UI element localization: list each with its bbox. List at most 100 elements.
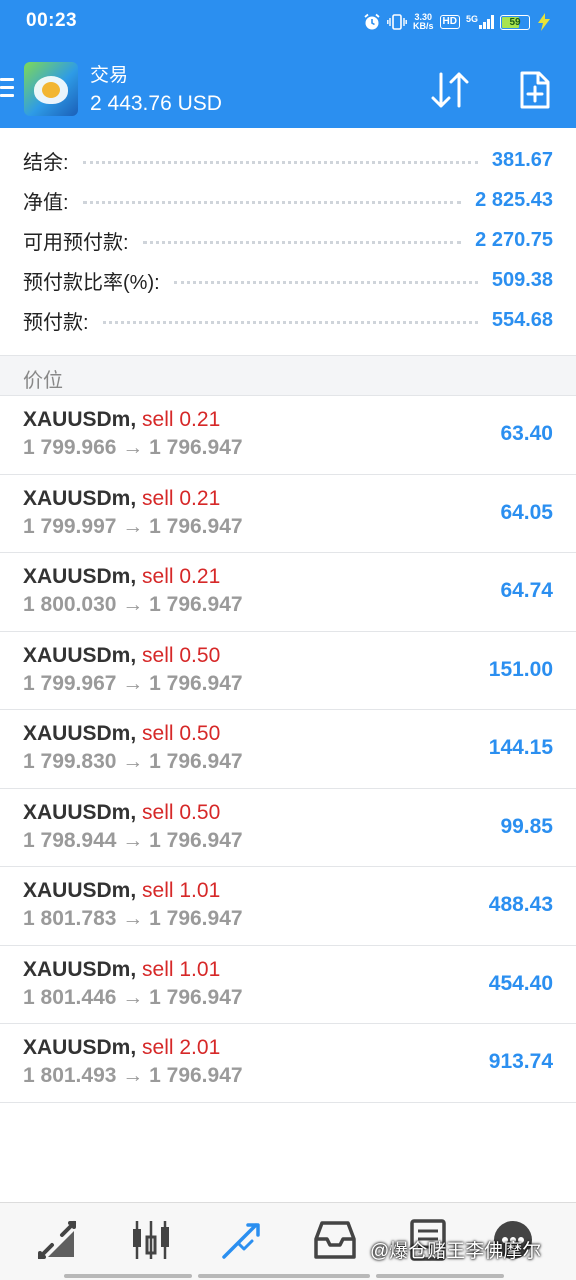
position-profit: 488.43: [488, 893, 553, 916]
summary-row-free-margin: 可用预付款: 2 270.75: [0, 220, 576, 260]
position-symbol: XAUUSDm,: [23, 486, 137, 510]
summary-row-margin-level: 预付款比率(%): 509.38: [0, 260, 576, 300]
arrow-icon: →: [122, 671, 144, 695]
charging-icon: [538, 13, 550, 31]
trade-icon: [222, 1223, 260, 1259]
section-header: 价位: [0, 355, 576, 396]
position-side: sell 1.01: [142, 957, 221, 981]
section-title: 价位: [23, 370, 63, 392]
position-side: sell 0.50: [142, 643, 221, 667]
summary-value: 2 825.43: [475, 188, 553, 211]
position-symbol: XAUUSDm,: [23, 722, 137, 745]
watermark: @爆仓赌王李佛摩尔: [370, 1241, 542, 1262]
arrow-icon: →: [122, 985, 144, 1009]
status-icons: 3.30 KB/s HD 5G 59: [363, 10, 552, 34]
position-symbol: XAUUSDm,: [23, 957, 137, 981]
arrow-icon: →: [122, 514, 144, 538]
current-price: 1 796.947: [149, 828, 243, 852]
position-symbol: XAUUSDm,: [23, 643, 137, 667]
app-bar: 交易 2 443.76 USD: [0, 44, 576, 128]
menu-icon[interactable]: [0, 78, 14, 97]
position-profit: 454.40: [488, 971, 553, 995]
current-price: 1 796.947: [149, 985, 243, 1009]
position-row[interactable]: XAUUSDm, sell 0.50 1 798.944 → 1 796.947…: [0, 789, 576, 867]
position-side: sell 0.50: [142, 800, 221, 824]
gesture-bar: [64, 1274, 504, 1278]
cell-signal: 5G: [466, 15, 494, 29]
position-row[interactable]: XAUUSDm, sell 0.50 1 799.967 → 1 796.947…: [0, 632, 576, 710]
nav-chart[interactable]: [128, 1217, 178, 1267]
position-row[interactable]: XAUUSDm, sell 0.21 1 800.030 → 1 796.947…: [0, 553, 576, 632]
dotted-leader: [102, 320, 478, 324]
summary-label: 可用预付款:: [23, 231, 129, 254]
nav-quotes[interactable]: [34, 1217, 84, 1267]
position-profit: 64.05: [500, 500, 553, 524]
position-row[interactable]: XAUUSDm, sell 1.01 1 801.446 → 1 796.947…: [0, 946, 576, 1024]
new-order-icon: [520, 71, 550, 109]
current-price: 1 796.947: [149, 436, 243, 459]
open-price: 1 799.967: [23, 671, 117, 695]
status-bar: 00:23 3.30 KB/s HD 5G 59: [0, 0, 576, 44]
open-price: 1 799.966: [23, 436, 117, 459]
position-profit: 151.00: [488, 657, 553, 681]
battery-icon: 59: [500, 14, 530, 30]
summary-label: 预付款:: [23, 311, 89, 334]
arrow-icon: →: [122, 1064, 144, 1087]
summary-value: 381.67: [491, 148, 553, 171]
app-logo: [24, 62, 78, 116]
open-price: 1 801.783: [23, 907, 117, 930]
position-row[interactable]: XAUUSDm, sell 2.01 1 801.493 → 1 796.947…: [0, 1024, 576, 1103]
top-bar: 00:23 3.30 KB/s HD 5G 59 交易 2 443.76 USD: [0, 0, 576, 128]
position-profit: 144.15: [488, 736, 553, 759]
network-type: 5G: [465, 14, 478, 24]
dotted-leader: [82, 160, 478, 164]
position-row[interactable]: XAUUSDm, sell 1.01 1 801.783 → 1 796.947…: [0, 867, 576, 946]
vibrate-icon: [387, 14, 407, 30]
current-price: 1 796.947: [149, 1064, 243, 1087]
summary-value: 554.68: [491, 308, 553, 331]
position-row[interactable]: XAUUSDm, sell 0.21 1 799.997 → 1 796.947…: [0, 475, 576, 553]
position-row[interactable]: XAUUSDm, sell 0.21 1 799.966 → 1 796.947…: [0, 396, 576, 475]
summary-row-margin: 预付款: 554.68: [0, 300, 576, 340]
signal-bars-icon: [479, 15, 494, 29]
nav-history[interactable]: [312, 1217, 362, 1267]
open-price: 1 801.446: [23, 985, 117, 1009]
current-price: 1 796.947: [149, 907, 243, 930]
open-price: 1 798.944: [23, 828, 117, 852]
summary-row-balance: 结余: 381.67: [0, 140, 576, 180]
current-price: 1 796.947: [149, 593, 243, 616]
page-title: 交易: [90, 65, 129, 86]
arrow-icon: →: [122, 436, 144, 459]
position-row[interactable]: XAUUSDm, sell 0.50 1 799.830 → 1 796.947…: [0, 710, 576, 789]
account-summary: 结余: 381.67 净值: 2 825.43 可用预付款: 2 270.75 …: [0, 140, 576, 340]
open-price: 1 801.493: [23, 1064, 117, 1087]
position-profit: 99.85: [500, 814, 553, 838]
summary-label: 预付款比率(%):: [23, 271, 160, 294]
arrow-icon: →: [122, 907, 144, 930]
chart-candles-icon: [133, 1221, 169, 1259]
position-profit: 64.74: [500, 579, 553, 602]
dotted-leader: [173, 280, 478, 284]
balance-subtitle: 2 443.76 USD: [90, 92, 222, 115]
net-speed-unit: KB/s: [413, 21, 434, 31]
current-price: 1 796.947: [149, 671, 243, 695]
summary-row-equity: 净值: 2 825.43: [0, 180, 576, 220]
dotted-leader: [142, 240, 462, 244]
quotes-icon: [38, 1221, 76, 1259]
open-price: 1 799.997: [23, 514, 117, 538]
position-symbol: XAUUSDm,: [23, 408, 137, 431]
arrow-icon: →: [122, 750, 144, 773]
nav-trade[interactable]: [220, 1217, 270, 1267]
position-profit: 913.74: [488, 1050, 553, 1073]
summary-value: 509.38: [491, 268, 553, 291]
sort-button[interactable]: [428, 70, 472, 110]
position-profit: 63.40: [500, 422, 553, 445]
hd-badge: HD: [439, 15, 460, 29]
open-price: 1 800.030: [23, 593, 117, 616]
dotted-leader: [82, 200, 462, 204]
position-side: sell 1.01: [142, 879, 221, 902]
new-order-button[interactable]: [514, 70, 554, 110]
alarm-icon: [364, 13, 380, 30]
open-price: 1 799.830: [23, 750, 117, 773]
position-symbol: XAUUSDm,: [23, 1036, 137, 1059]
